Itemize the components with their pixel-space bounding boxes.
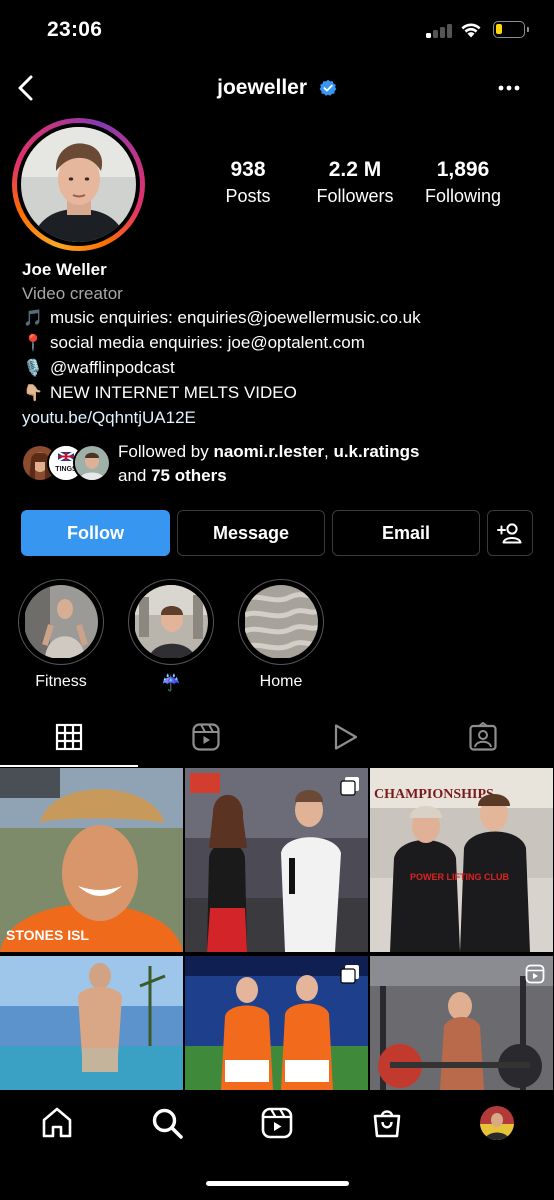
message-button[interactable]: Message <box>177 510 325 556</box>
highlight-cover <box>244 585 318 659</box>
add-user-icon <box>497 523 522 544</box>
following-count: 1,896 <box>436 158 490 181</box>
active-tab-indicator <box>0 765 138 767</box>
reels-icon[interactable] <box>191 722 221 752</box>
pointing-down-icon: 👇🏼 <box>23 385 43 402</box>
post-thumbnail[interactable] <box>185 768 368 952</box>
username-text: joeweller <box>217 76 308 100</box>
microphone-icon: 🎙️ <box>23 360 43 377</box>
wifi-icon <box>461 23 481 38</box>
podcast-mention[interactable]: @wafflinpodcast <box>50 358 175 377</box>
header-username: joeweller <box>0 76 554 100</box>
followed-by-text[interactable]: Followed by naomi.r.lester, u.k.ratings … <box>118 440 538 488</box>
home-indicator <box>206 1181 349 1186</box>
post-thumbnail[interactable]: CHAMPIONSHIPS POWER LIFTING CLUB <box>370 768 553 952</box>
bio-line-podcast: 🎙️ @wafflinpodcast <box>22 356 542 381</box>
mutual-username: naomi.r.lester <box>213 442 324 461</box>
highlight-ring <box>128 579 214 665</box>
highlight-fitness[interactable]: Fitness <box>18 579 104 691</box>
post-shirt-text: STONES ISL <box>6 927 89 943</box>
highlight-label: Fitness <box>35 673 87 690</box>
highlight-label: ☔ <box>161 675 181 692</box>
post-thumbnail[interactable]: STONES ISL <box>0 768 183 952</box>
multi-post-icon <box>340 965 359 984</box>
posts-count: 938 <box>230 158 266 181</box>
multi-post-icon <box>340 777 359 796</box>
bio-text: social media enquiries: joe@optalent.com <box>50 333 365 352</box>
profile-bio: Joe Weller Video creator 🎵 music enquirie… <box>22 258 542 430</box>
followers-stat[interactable]: 2.2 M Followers <box>295 158 415 207</box>
highlight-umbrella[interactable]: ☔ <box>128 579 214 693</box>
mutual-avatar <box>73 444 111 482</box>
posts-stat[interactable]: 938 Posts <box>188 158 308 207</box>
followers-label: Followers <box>316 186 394 206</box>
and-text: and <box>118 466 152 485</box>
bio-line-social: 📍 social media enquiries: joe@optalent.co… <box>22 331 542 356</box>
highlight-cover <box>24 585 98 659</box>
following-label: Following <box>424 186 502 206</box>
reels-icon[interactable] <box>260 1106 294 1140</box>
bio-line-music: 🎵 music enquiries: enquiries@joewellermus… <box>22 306 542 331</box>
highlight-ring <box>238 579 324 665</box>
shop-icon[interactable] <box>370 1106 404 1140</box>
status-time: 23:06 <box>47 18 103 41</box>
verified-badge-icon <box>319 80 337 97</box>
following-stat[interactable]: 1,896 Following <box>403 158 523 207</box>
home-icon[interactable] <box>40 1106 74 1140</box>
profile-tabs <box>0 712 554 768</box>
mutual-followers-avatars[interactable]: TINGS <box>21 444 111 484</box>
grid-icon[interactable] <box>54 722 84 752</box>
tagged-icon[interactable] <box>468 722 498 752</box>
battery-icon <box>493 21 529 38</box>
bio-link[interactable]: youtu.be/QqhntjUA12E <box>22 406 542 430</box>
more-horizontal-icon[interactable] <box>495 80 523 96</box>
followers-count: 2.2 M <box>328 158 382 181</box>
bottom-navigation <box>0 1090 554 1200</box>
poster-banner-text: CHAMPIONSHIPS <box>374 787 494 802</box>
highlight-ring <box>18 579 104 665</box>
display-name: Joe Weller <box>22 260 107 279</box>
highlight-label: Home <box>259 673 303 690</box>
profile-avatar <box>21 127 136 242</box>
reel-icon <box>525 964 545 984</box>
profile-avatar-story-ring[interactable] <box>12 118 145 251</box>
mutual-username: u.k.ratings <box>333 442 420 461</box>
pin-icon: 📍 <box>23 335 43 352</box>
search-icon[interactable] <box>150 1106 184 1140</box>
status-bar: 23:06 <box>0 0 554 62</box>
post-grid: STONES ISL CHAMPIONSHIPS POWER LIFTING C… <box>0 768 554 1090</box>
post-shirt-text: POWER LIFTING CLUB <box>410 872 509 882</box>
profile-header: joeweller <box>0 62 554 116</box>
mutual-others-count: 75 others <box>151 466 227 485</box>
follow-button[interactable]: Follow <box>21 510 170 556</box>
highlight-home[interactable]: Home <box>238 579 324 691</box>
bio-text: music enquiries: enquiries@joewellermusi… <box>50 308 421 327</box>
suggested-users-button[interactable] <box>487 510 533 556</box>
music-note-icon: 🎵 <box>23 310 43 327</box>
highlight-cover <box>134 585 208 659</box>
followed-by-prefix: Followed by <box>118 442 214 461</box>
email-button[interactable]: Email <box>332 510 480 556</box>
bio-line-video: 👇🏼 NEW INTERNET MELTS VIDEO <box>22 381 542 406</box>
battery-level <box>496 24 502 34</box>
profile-avatar[interactable] <box>480 1106 514 1140</box>
signal-icon <box>426 24 452 38</box>
posts-label: Posts <box>225 186 271 206</box>
bio-text: NEW INTERNET MELTS VIDEO <box>50 383 297 402</box>
play-icon[interactable] <box>330 722 360 752</box>
profile-category: Video creator <box>22 284 123 303</box>
